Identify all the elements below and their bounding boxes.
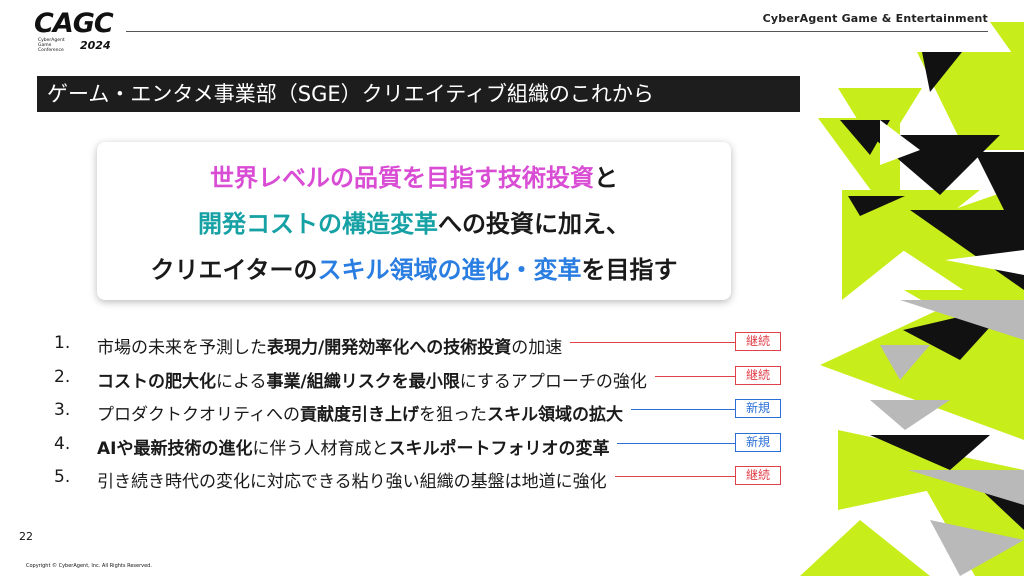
key-message-line-1: 世界レベルの品質を目指す技術投資と: [97, 158, 731, 193]
list-item: 1. 市場の未来を予測した表現力/開発効率化への技術投資の加速 継続: [54, 330, 794, 358]
item-text-segment: に伴う人材育成と: [252, 439, 389, 459]
item-text-segment: の加速: [511, 338, 563, 358]
new-badge: 新規: [735, 399, 781, 418]
item-text-segment: を狙った: [418, 405, 487, 425]
list-item: 3. プロダクトクオリティへの貢献度引き上げを狙ったスキル領域の拡大 新規: [54, 397, 794, 425]
item-text-segment: 引き続き時代の変化に対応できる粘り強い組織の基盤は地道に強化: [97, 472, 607, 492]
item-number: 5.: [54, 467, 71, 487]
connector-line: [631, 409, 735, 410]
header-divider: [126, 31, 988, 32]
item-number: 3.: [54, 400, 71, 420]
item-text: 市場の未来を予測した表現力/開発効率化への技術投資の加速: [97, 333, 562, 358]
item-text-bold: AIや最新技術の進化: [97, 439, 253, 459]
key-message-line-3: クリエイターのスキル領域の進化・変革を目指す: [97, 250, 731, 285]
highlight-blue: スキル領域の進化・変革: [317, 256, 582, 284]
connector-line: [615, 476, 735, 477]
item-text-bold: 表現力/開発効率化への技術投資: [267, 338, 512, 358]
item-text-bold: コストの肥大化: [97, 372, 216, 392]
key-message-box: 世界レベルの品質を目指す技術投資と 開発コストの構造変革への投資に加え、 クリエ…: [97, 142, 731, 300]
connector-line: [655, 376, 735, 377]
continue-badge: 継続: [735, 466, 781, 485]
message-text: クリエイターの: [150, 256, 318, 284]
item-text: AIや最新技術の進化に伴う人材育成とスキルポートフォリオの変革: [97, 434, 609, 459]
item-text-segment: にするアプローチの強化: [459, 372, 647, 392]
page-number: 22: [19, 530, 33, 543]
item-text: コストの肥大化による事業/組織リスクを最小限にするアプローチの強化: [97, 367, 647, 392]
logo-mark: CAGC: [34, 8, 114, 39]
item-text-bold: 貢献度引き上げ: [299, 405, 419, 425]
connector-line: [617, 443, 735, 444]
message-text: への投資に加え、: [438, 210, 630, 238]
cagc-logo: CAGC CyberAgent Game Conference 2024: [34, 10, 114, 56]
list-item: 4. AIや最新技術の進化に伴う人材育成とスキルポートフォリオの変革 新規: [54, 431, 794, 459]
item-text: プロダクトクオリティへの貢献度引き上げを狙ったスキル領域の拡大: [97, 400, 623, 425]
message-text: と: [594, 164, 618, 192]
logo-subtitle: CyberAgent Game Conference: [38, 38, 65, 53]
list-item: 5. 引き続き時代の変化に対応できる粘り強い組織の基盤は地道に強化 継続: [54, 464, 794, 492]
continue-badge: 継続: [735, 366, 781, 385]
item-number: 2.: [54, 367, 71, 387]
logo-year: 2024: [80, 39, 111, 52]
item-text-segment: 市場の未来を予測した: [97, 338, 267, 358]
copyright: Copyright © CyberAgent, Inc. All Rights …: [26, 563, 152, 569]
continue-badge: 継続: [735, 332, 781, 351]
list-item: 2. コストの肥大化による事業/組織リスクを最小限にするアプローチの強化 継続: [54, 364, 794, 392]
message-text: を目指す: [581, 256, 678, 284]
slide-title: ゲーム・エンタメ事業部（SGE）クリエイティブ組織のこれから: [37, 76, 800, 112]
item-text-bold: スキルポートフォリオの変革: [388, 439, 610, 459]
connector-line: [570, 342, 735, 343]
item-number: 1.: [54, 333, 71, 353]
item-text: 引き続き時代の変化に対応できる粘り強い組織の基盤は地道に強化: [97, 467, 607, 492]
highlight-pink: 世界レベルの品質を目指す技術投資: [210, 164, 594, 192]
key-message-line-2: 開発コストの構造変革への投資に加え、: [97, 204, 731, 239]
company-name: CyberAgent Game & Entertainment: [762, 12, 988, 25]
item-text-bold: 事業/組織リスクを最小限: [266, 372, 460, 392]
item-text-segment: による: [216, 372, 267, 392]
new-badge: 新規: [735, 433, 781, 452]
highlight-teal: 開発コストの構造変革: [198, 210, 438, 238]
item-text-bold: スキル領域の拡大: [486, 405, 623, 425]
item-number: 4.: [54, 434, 71, 454]
item-text-segment: プロダクトクオリティへの: [97, 405, 300, 425]
